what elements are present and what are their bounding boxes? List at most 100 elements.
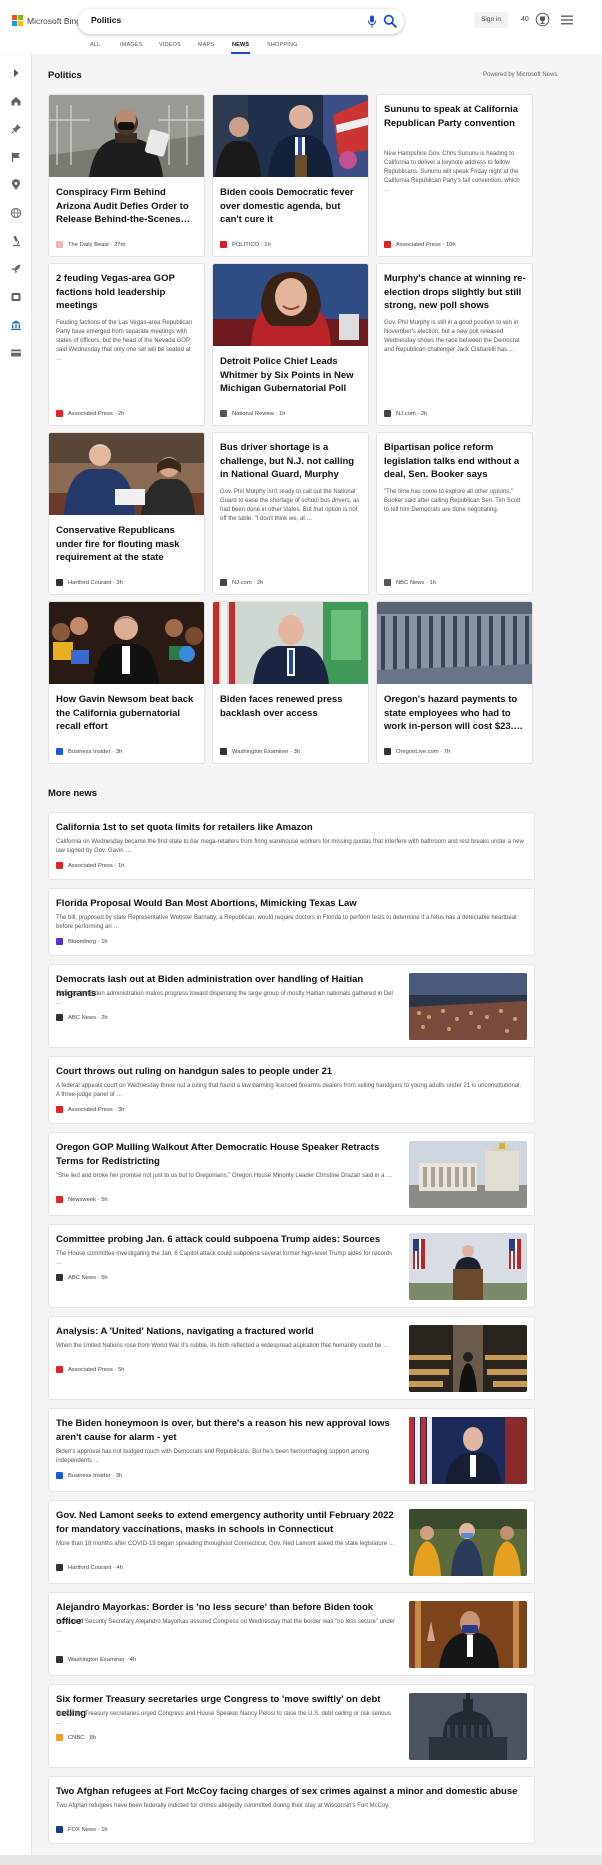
provider-name[interactable]: POLITICO — [232, 242, 259, 248]
provider-name[interactable]: Associated Press — [68, 863, 113, 869]
provider-name[interactable]: Hartford Courant — [68, 580, 111, 586]
tab-images[interactable]: IMAGES — [120, 42, 143, 48]
provider-name[interactable]: FOX News — [68, 1827, 96, 1833]
microphone-icon[interactable] — [367, 15, 377, 28]
news-card[interactable]: Detroit Police Chief Leads Whitmer by Si… — [212, 263, 369, 426]
expand-arrow-icon[interactable] — [10, 67, 22, 79]
search-input[interactable] — [91, 15, 321, 25]
news-item-title[interactable]: The Biden honeymoon is over, but there's… — [56, 1417, 401, 1444]
pin-icon[interactable] — [10, 123, 22, 135]
provider-name[interactable]: Washington Examiner — [232, 749, 289, 755]
news-list-item[interactable]: Gov. Ned Lamont seeks to extend emergenc… — [48, 1500, 535, 1584]
news-card[interactable]: Bus driver shortage is a challenge, but … — [212, 432, 369, 595]
news-card-title[interactable]: Biden faces renewed press backlash over … — [220, 693, 362, 734]
news-list-item[interactable]: The Biden honeymoon is over, but there's… — [48, 1408, 535, 1492]
provider-name[interactable]: ABC News — [68, 1015, 96, 1021]
globe-icon[interactable] — [10, 207, 22, 219]
location-icon[interactable] — [10, 179, 22, 191]
film-icon[interactable] — [10, 291, 22, 303]
powered-by-label[interactable]: Powered by Microsoft News — [483, 72, 557, 78]
news-card-title[interactable]: Murphy's chance at winning re-election d… — [384, 272, 526, 313]
provider-name[interactable]: Bloomberg — [68, 939, 96, 945]
news-item-title[interactable]: Two Afghan refugees at Fort McCoy facing… — [56, 1785, 526, 1799]
bank-icon[interactable] — [10, 319, 22, 331]
news-list-item[interactable]: Democrats lash out at Biden administrati… — [48, 964, 535, 1048]
news-card[interactable]: Conspiracy Firm Behind Arizona Audit Def… — [48, 94, 205, 257]
news-card-title[interactable]: Conservative Republicans under fire for … — [56, 524, 198, 565]
news-card-title[interactable]: Bus driver shortage is a challenge, but … — [220, 441, 362, 482]
news-card[interactable]: Oregon's hazard payments to state employ… — [376, 601, 533, 764]
news-list-item[interactable]: Florida Proposal Would Ban Most Abortion… — [48, 888, 535, 956]
logo-text: Microsoft Bing — [27, 15, 81, 26]
news-item-title[interactable]: Court throws out ruling on handgun sales… — [56, 1065, 526, 1079]
microscope-icon[interactable] — [10, 235, 22, 247]
provider-name[interactable]: CNBC — [68, 1735, 84, 1741]
news-card-title[interactable]: 2 feuding Vegas-area GOP factions hold l… — [56, 272, 198, 313]
news-list-item[interactable]: Six former Treasury secretaries urge Con… — [48, 1684, 535, 1768]
provider-name[interactable]: Associated Press — [68, 1367, 113, 1373]
flag-icon[interactable] — [10, 151, 22, 163]
provider-name[interactable]: Hartford Courant — [68, 1565, 111, 1571]
news-card-title[interactable]: Bipartisan police reform legislation tal… — [384, 441, 526, 482]
provider-name[interactable]: NJ.com — [232, 580, 252, 586]
news-card[interactable]: Sununu to speak at California Republican… — [376, 94, 533, 257]
search-box[interactable] — [78, 9, 404, 34]
provider-name[interactable]: The Daily Beast — [68, 242, 109, 248]
provider-name[interactable]: National Review — [232, 411, 274, 417]
provider-name[interactable]: Washington Examiner — [68, 1657, 125, 1663]
provider-name[interactable]: Newsweek — [68, 1197, 96, 1203]
news-list-item[interactable]: Two Afghan refugees at Fort McCoy facing… — [48, 1776, 535, 1844]
news-card[interactable]: Bipartisan police reform legislation tal… — [376, 432, 533, 595]
news-card[interactable]: 2 feuding Vegas-area GOP factions hold l… — [48, 263, 205, 426]
tab-news[interactable]: NEWS — [232, 42, 249, 48]
news-card[interactable]: Murphy's chance at winning re-election d… — [376, 263, 533, 426]
news-card-title[interactable]: Detroit Police Chief Leads Whitmer by Si… — [220, 355, 362, 396]
provider-name[interactable]: Associated Press — [68, 411, 113, 417]
rewards-count[interactable]: 40 — [521, 16, 529, 23]
news-item-title[interactable]: Gov. Ned Lamont seeks to extend emergenc… — [56, 1509, 401, 1536]
bing-logo[interactable]: Microsoft Bing — [12, 15, 81, 26]
tab-shopping[interactable]: SHOPPING — [267, 42, 298, 48]
news-list-item[interactable]: Oregon GOP Mulling Walkout After Democra… — [48, 1132, 535, 1216]
news-card-title[interactable]: How Gavin Newsom beat back the Californi… — [56, 693, 198, 734]
provider-name[interactable]: ABC News — [68, 1275, 96, 1281]
news-card[interactable]: Biden faces renewed press backlash over … — [212, 601, 369, 764]
news-card-title[interactable]: Sununu to speak at California Republican… — [384, 103, 526, 144]
rewards-trophy-icon[interactable] — [535, 12, 550, 27]
provider-icon — [56, 938, 63, 945]
news-item-title[interactable]: Analysis: A 'United' Nations, navigating… — [56, 1325, 396, 1339]
provider-name[interactable]: OregonLive.com — [396, 749, 439, 755]
news-list-item[interactable]: Analysis: A 'United' Nations, navigating… — [48, 1316, 535, 1400]
news-card[interactable]: Biden cools Democratic fever over domest… — [212, 94, 369, 257]
provider-name[interactable]: NBC News — [396, 580, 424, 586]
home-icon[interactable] — [10, 95, 22, 107]
provider-name[interactable]: Business Insider — [68, 1473, 111, 1479]
provider-name[interactable]: Associated Press — [396, 242, 441, 248]
tab-videos[interactable]: VIDEOS — [159, 42, 181, 48]
news-card-title[interactable]: Oregon's hazard payments to state employ… — [384, 693, 526, 734]
provider-name[interactable]: Associated Press — [68, 1107, 113, 1113]
news-list-item[interactable]: Court throws out ruling on handgun sales… — [48, 1056, 535, 1124]
rocket-icon[interactable] — [10, 263, 22, 275]
news-item-title[interactable]: California 1st to set quota limits for r… — [56, 821, 526, 835]
news-item-title[interactable]: Florida Proposal Would Ban Most Abortion… — [56, 897, 526, 911]
publish-time: 7h — [443, 748, 451, 755]
news-list-item[interactable]: Committee probing Jan. 6 attack could su… — [48, 1224, 535, 1308]
tab-all[interactable]: ALL — [90, 42, 100, 48]
section-title: Politics — [48, 70, 82, 81]
provider-name[interactable]: NJ.com — [396, 411, 416, 417]
news-list-item[interactable]: California 1st to set quota limits for r… — [48, 812, 535, 880]
news-list-item[interactable]: Alejandro Mayorkas: Border is 'no less s… — [48, 1592, 535, 1676]
card-icon[interactable] — [10, 347, 22, 359]
news-card[interactable]: How Gavin Newsom beat back the Californi… — [48, 601, 205, 764]
hamburger-menu-icon[interactable] — [561, 15, 573, 25]
provider-name[interactable]: Business Insider — [68, 749, 111, 755]
sign-in-button[interactable]: Sign in — [474, 12, 508, 28]
search-icon[interactable] — [383, 14, 397, 28]
tab-maps[interactable]: MAPS — [198, 42, 214, 48]
news-card[interactable]: Conservative Republicans under fire for … — [48, 432, 205, 595]
news-item-title[interactable]: Oregon GOP Mulling Walkout After Democra… — [56, 1141, 401, 1168]
news-card-title[interactable]: Biden cools Democratic fever over domest… — [220, 186, 362, 227]
news-card-title[interactable]: Conspiracy Firm Behind Arizona Audit Def… — [56, 186, 198, 227]
news-item-title[interactable]: Committee probing Jan. 6 attack could su… — [56, 1233, 396, 1247]
